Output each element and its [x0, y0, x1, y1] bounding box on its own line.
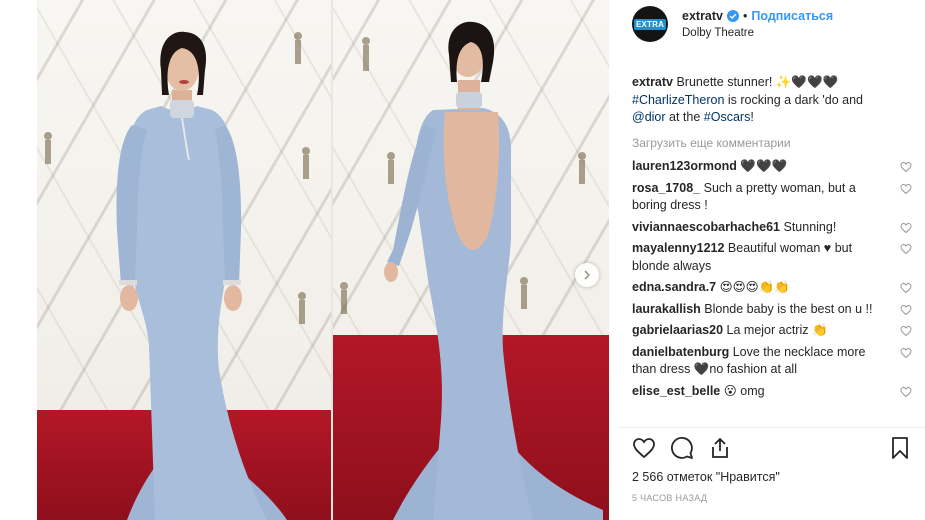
comment-item: mayalenny1212 Beautiful woman ♥ but blon…: [632, 240, 920, 275]
caption-text: at the: [665, 110, 704, 124]
post-caption: extratv Brunette stunner! ✨🖤🖤🖤 #Charlize…: [632, 74, 917, 127]
comment-item: viviannaescobarhache61 Stunning!: [632, 219, 920, 237]
comment-username[interactable]: rosa_1708_: [632, 181, 700, 195]
hashtag-link[interactable]: #Oscars: [704, 110, 751, 124]
caption-username[interactable]: extratv: [632, 75, 673, 89]
comment-text: 🖤🖤🖤: [740, 159, 788, 173]
next-photo-button[interactable]: [575, 263, 599, 287]
comment-username[interactable]: mayalenny1212: [632, 241, 724, 255]
comment-username[interactable]: danielbatenburg: [632, 345, 729, 359]
comment-text: La mejor actriz 👏: [726, 323, 828, 337]
comment-item: edna.sandra.7 😍😍😍👏👏: [632, 279, 920, 297]
heart-icon[interactable]: [900, 222, 912, 234]
woman-in-blue-gown-front: [44, 31, 310, 520]
actions-divider: [618, 427, 925, 428]
likes-count[interactable]: 2 566 отметок "Нравится": [632, 470, 780, 484]
comment-username[interactable]: viviannaescobarhache61: [632, 220, 780, 234]
comment-item: rosa_1708_ Such a pretty woman, but a bo…: [632, 180, 920, 215]
post-header: EXTRA extratv • Подписаться Dolby Theatr…: [618, 0, 925, 50]
hashtag-link[interactable]: #CharlizeTheron: [632, 93, 724, 107]
heart-icon[interactable]: [900, 183, 912, 195]
comment-text: Blonde baby is the best on u !!: [704, 301, 873, 316]
heart-icon[interactable]: [900, 325, 912, 337]
comment-username[interactable]: lauren123ormond: [632, 159, 737, 173]
comment-text: 😍😍😍👏👏: [719, 280, 790, 294]
comment-username[interactable]: elise_est_belle: [632, 384, 720, 398]
post-username[interactable]: extratv: [682, 9, 723, 23]
post-photo[interactable]: [37, 0, 609, 520]
mention-link[interactable]: @dior: [632, 110, 666, 124]
heart-icon[interactable]: [632, 436, 656, 460]
bookmark-icon[interactable]: [888, 436, 912, 460]
caption-text: Brunette stunner! ✨🖤🖤🖤: [673, 75, 839, 89]
follow-button[interactable]: Подписаться: [751, 9, 833, 23]
verified-badge-icon: [727, 10, 739, 22]
heart-icon[interactable]: [900, 161, 912, 173]
comment-username[interactable]: gabrielaarias20: [632, 323, 723, 337]
post-sidebar: EXTRA extratv • Подписаться Dolby Theatr…: [618, 0, 925, 520]
post-actions: [632, 436, 912, 462]
heart-icon[interactable]: [900, 243, 912, 255]
chevron-right-icon: [584, 270, 591, 280]
load-more-comments-button[interactable]: Загрузить еще комментарии: [632, 136, 791, 150]
speech-bubble-icon[interactable]: [670, 436, 694, 460]
follow-separator: •: [743, 9, 748, 23]
comment-item: elise_est_belle 😮 omg: [632, 383, 920, 401]
woman-in-blue-gown-back: [340, 21, 603, 520]
share-icon[interactable]: [708, 436, 732, 460]
comment-item: laurakallish Blonde baby is the best on …: [632, 301, 920, 319]
comment-item: danielbatenburg Love the necklace more t…: [632, 344, 920, 379]
photo-front-view: [37, 0, 331, 520]
heart-icon[interactable]: [900, 347, 912, 359]
comment-text: Stunning!: [783, 219, 837, 234]
photo-back-view: [333, 0, 609, 520]
caption-text: is rocking a dark 'do and: [724, 92, 863, 107]
comment-username[interactable]: edna.sandra.7: [632, 280, 716, 294]
comment-item: lauren123ormond 🖤🖤🖤: [632, 158, 920, 176]
caption-text: !: [750, 110, 754, 124]
post-timestamp[interactable]: 5 ЧАСОВ НАЗАД: [632, 493, 707, 503]
heart-icon[interactable]: [900, 282, 912, 294]
avatar-logo: EXTRA: [633, 18, 667, 30]
comments-list: lauren123ormond 🖤🖤🖤 rosa_1708_ Such a pr…: [632, 158, 920, 426]
heart-icon[interactable]: [900, 304, 912, 316]
comment-text: 😮 omg: [723, 383, 765, 398]
header-line: extratv • Подписаться: [682, 9, 833, 23]
heart-icon[interactable]: [900, 386, 912, 398]
post-location[interactable]: Dolby Theatre: [682, 27, 754, 39]
comment-item: gabrielaarias20 La mejor actriz 👏: [632, 322, 920, 340]
avatar[interactable]: EXTRA: [632, 6, 668, 42]
comment-username[interactable]: laurakallish: [632, 302, 701, 316]
